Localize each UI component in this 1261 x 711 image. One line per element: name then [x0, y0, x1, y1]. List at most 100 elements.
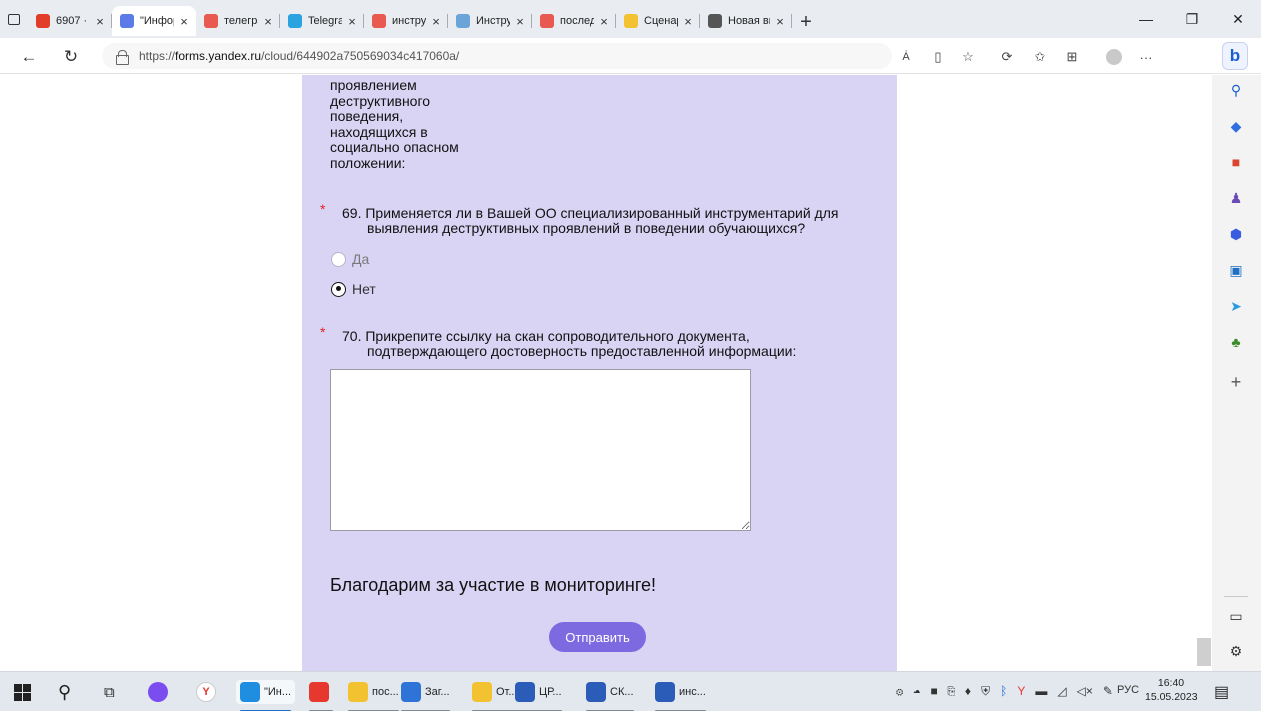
browser-tab[interactable]: Сценарий ×: [616, 6, 700, 36]
tray-icon[interactable]: ⚙: [896, 684, 903, 698]
sidebar-settings-button[interactable]: ⚙: [1226, 641, 1246, 661]
search-button[interactable]: ⚲: [58, 680, 71, 704]
answer-70-textarea[interactable]: [330, 369, 751, 531]
yandex-icon: [309, 682, 329, 702]
windows-taskbar: ⚲ ⧉ Y "Ин... пос... Заг... От... ЦР... СК... и…: [0, 671, 1261, 711]
restore-button[interactable]: ❐: [1169, 0, 1215, 38]
tab-favicon-icon: [204, 14, 218, 28]
task-view-button[interactable]: ⧉: [104, 680, 115, 704]
new-tab-button[interactable]: +: [792, 7, 820, 37]
tab-close-icon[interactable]: ×: [774, 14, 786, 29]
read-aloud-button[interactable]: Ȧ: [896, 48, 916, 66]
pen-icon[interactable]: ✎: [1103, 684, 1113, 698]
notifications-button[interactable]: ▤: [1214, 680, 1229, 704]
browser-tab[interactable]: 6907 · Вход ×: [28, 6, 112, 36]
tab-close-icon[interactable]: ×: [94, 14, 106, 29]
favorites-button[interactable]: ✩: [1030, 48, 1050, 66]
app-icon[interactable]: ■: [930, 684, 937, 698]
tab-actions-icon: [8, 13, 20, 25]
bluetooth-icon[interactable]: ᛒ: [1000, 684, 1007, 698]
fragment-line: деструктивного: [330, 92, 431, 109]
outlook-icon: ▣: [1229, 261, 1243, 278]
sidebar-tools-button[interactable]: ■: [1226, 152, 1246, 172]
radio-yes[interactable]: [331, 251, 346, 267]
taskbar-app[interactable]: инс...: [651, 680, 710, 711]
extensions-button[interactable]: ⟳: [997, 48, 1017, 66]
device-icon[interactable]: ⎘: [948, 684, 955, 698]
option-yes[interactable]: Да: [331, 251, 369, 267]
microphone-icon[interactable]: ♦: [965, 684, 971, 698]
speaker-icon[interactable]: ◁×: [1077, 684, 1093, 698]
sidebar-add-button[interactable]: +: [1226, 372, 1246, 392]
submit-button[interactable]: Отправить: [549, 622, 646, 652]
tab-close-icon[interactable]: ×: [178, 14, 190, 29]
tab-close-icon[interactable]: ×: [514, 14, 526, 29]
settings-more-button[interactable]: ···: [1136, 48, 1156, 66]
tab-close-icon[interactable]: ×: [346, 14, 358, 29]
back-button[interactable]: ←: [16, 44, 42, 70]
bing-chat-button[interactable]: b: [1222, 42, 1248, 70]
tab-actions-menu-button[interactable]: [0, 0, 28, 38]
taskbar-app[interactable]: СК...: [582, 680, 638, 711]
word-icon: [655, 682, 675, 702]
minimize-button[interactable]: —: [1123, 0, 1169, 38]
profile-button[interactable]: [1104, 48, 1124, 66]
sidebar-shopping-button[interactable]: ◆: [1226, 116, 1246, 136]
browser-tab[interactable]: инструктаж ×: [364, 6, 448, 36]
option-no[interactable]: Нет: [331, 281, 376, 297]
battery-icon[interactable]: ▬: [1035, 684, 1047, 698]
taskbar-app[interactable]: Заг...: [397, 680, 454, 711]
yandex-tray-icon[interactable]: Y: [1017, 684, 1025, 698]
form-container: проявлением деструктивного поведения, наход…: [302, 75, 897, 671]
tab-title: последний: [560, 15, 594, 27]
tab-close-icon[interactable]: ×: [262, 14, 274, 29]
add-favorite-button[interactable]: ☆: [958, 48, 978, 66]
refresh-button[interactable]: ↻: [58, 44, 84, 70]
clock-date: 15.05.2023: [1145, 691, 1198, 703]
taskbar-app-label: инс...: [679, 686, 706, 698]
sidebar-divider: [1224, 596, 1248, 597]
tray-icons: ⚙ ☁ ■ ⎘ ♦ ⛨ ᛒ Y ▬ ◿ ◁× ✎: [896, 684, 1113, 699]
start-button[interactable]: [14, 680, 31, 704]
clock[interactable]: 16:40 15.05.2023: [1145, 676, 1198, 704]
radio-no[interactable]: [331, 281, 346, 297]
taskbar-app[interactable]: [305, 680, 337, 711]
taskbar-app[interactable]: ЦР...: [511, 680, 566, 711]
tab-close-icon[interactable]: ×: [598, 14, 610, 29]
star-plus-icon: ☆: [962, 49, 974, 64]
taskbar-app-label: "Ин...: [264, 686, 292, 698]
page-scrollbar[interactable]: [1196, 75, 1212, 671]
taskbar-app[interactable]: "Ин...: [236, 680, 296, 711]
tab-title: телеграмм: [224, 15, 258, 27]
sidebar-outlook-button[interactable]: ▣: [1226, 260, 1246, 280]
cloud-icon[interactable]: ☁: [913, 684, 920, 698]
immersive-reader-button[interactable]: ▯: [928, 48, 948, 66]
browser-tab[interactable]: "Информа ×: [112, 6, 196, 36]
sidebar-hide-button[interactable]: ▭: [1226, 606, 1246, 626]
sidebar-office-button[interactable]: ⬢: [1226, 224, 1246, 244]
tab-close-icon[interactable]: ×: [430, 14, 442, 29]
sidebar-search-button[interactable]: ⚲: [1226, 80, 1246, 100]
sidebar-games-button[interactable]: ♟: [1226, 188, 1246, 208]
sidebar-telegram-button[interactable]: ➤: [1226, 296, 1246, 316]
taskbar-app[interactable]: пос...: [344, 680, 403, 711]
collections-icon: ⊞: [1066, 49, 1078, 64]
tab-close-icon[interactable]: ×: [682, 14, 694, 29]
shield-icon[interactable]: ⛨: [981, 684, 990, 698]
browser-tab[interactable]: последний ×: [532, 6, 616, 36]
scrollbar-thumb[interactable]: [1197, 638, 1211, 666]
collections-button[interactable]: ⊞: [1062, 48, 1082, 66]
wifi-icon[interactable]: ◿: [1057, 684, 1066, 698]
language-indicator[interactable]: РУС: [1117, 684, 1139, 696]
alice-button[interactable]: [148, 680, 172, 704]
browser-tab[interactable]: телеграмм ×: [196, 6, 280, 36]
fragment-line: поведения,: [330, 108, 404, 125]
tab-title: 6907 · Вход: [56, 15, 90, 27]
browser-tab[interactable]: Инструкта ×: [448, 6, 532, 36]
browser-tab[interactable]: Telegram W ×: [280, 6, 364, 36]
yandex-browser-button[interactable]: Y: [196, 680, 220, 704]
browser-tab[interactable]: Новая вкл ×: [700, 6, 792, 36]
sidebar-tree-button[interactable]: ♣: [1226, 332, 1246, 352]
address-bar[interactable]: https://forms.yandex.ru/cloud/644902a750…: [102, 43, 892, 69]
close-window-button[interactable]: ✕: [1215, 0, 1261, 38]
